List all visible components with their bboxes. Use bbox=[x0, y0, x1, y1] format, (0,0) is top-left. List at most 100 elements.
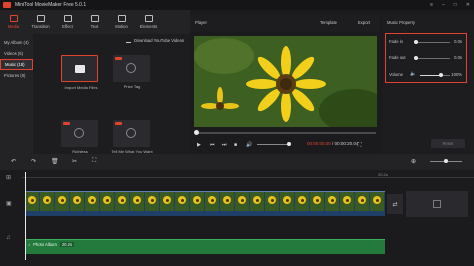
crop-icon[interactable]: ⛶ bbox=[92, 158, 96, 165]
video-thumbnail bbox=[175, 192, 190, 211]
undo-icon[interactable]: ↶ bbox=[11, 158, 16, 165]
audio-track-clip[interactable]: ♪ Photo Album 20.2s bbox=[25, 239, 385, 254]
prev-frame-icon[interactable]: ⏮ bbox=[210, 142, 215, 148]
fade-out-label: Fade out bbox=[389, 55, 406, 60]
export-button[interactable]: Export bbox=[358, 20, 370, 25]
timeline-toolbar: ↶ ↷ 🗑 ✂ ⛶ ⊕ bbox=[0, 154, 474, 170]
elements-icon bbox=[144, 15, 153, 22]
menu-icon[interactable]: ≡ bbox=[430, 2, 433, 8]
reset-button[interactable]: Reset bbox=[431, 139, 465, 148]
music-volume-slider[interactable] bbox=[420, 73, 450, 77]
download-icon bbox=[125, 39, 131, 43]
transition-icon bbox=[36, 15, 45, 22]
split-icon[interactable]: ✂ bbox=[72, 158, 77, 165]
maximize-icon[interactable]: □ bbox=[454, 2, 457, 8]
video-thumbnail bbox=[295, 192, 310, 211]
tab-elements[interactable]: Elements bbox=[135, 10, 162, 34]
video-thumbnail bbox=[205, 192, 220, 211]
sidebar-item-music[interactable]: Music (18) bbox=[0, 59, 33, 70]
video-track-clip[interactable] bbox=[25, 191, 385, 216]
media-icon bbox=[9, 15, 18, 22]
stop-icon[interactable]: ■ bbox=[234, 142, 237, 148]
video-thumbnail bbox=[145, 192, 160, 211]
music-property-controls: Fade in 0.0s Fade out 0.0s Volume 🔈 100% bbox=[385, 33, 467, 83]
close-icon[interactable]: ✕ bbox=[466, 2, 470, 8]
redo-icon[interactable]: ↷ bbox=[31, 158, 36, 165]
music-property-title: Music Property bbox=[387, 20, 415, 25]
zoom-fit-icon[interactable]: ⊕ bbox=[411, 158, 416, 165]
transition-slot[interactable]: ⇄ bbox=[387, 194, 403, 214]
fade-out-slider[interactable] bbox=[414, 56, 450, 60]
tab-media[interactable]: Media bbox=[0, 10, 27, 34]
player-header: Player Template Export bbox=[190, 14, 380, 32]
video-thumbnail bbox=[70, 192, 85, 211]
video-thumbnail bbox=[370, 192, 385, 211]
fade-in-knob[interactable] bbox=[414, 40, 418, 44]
folder-icon bbox=[75, 65, 85, 73]
app-logo bbox=[3, 2, 11, 8]
music-card-tell-me[interactable]: Tell Me What You Want bbox=[111, 120, 153, 154]
fullscreen-icon[interactable]: ⛶ bbox=[358, 142, 362, 148]
video-track-icon: ▣ bbox=[6, 201, 12, 207]
fade-in-slider[interactable] bbox=[414, 40, 450, 44]
video-thumbnail bbox=[190, 192, 205, 211]
music-volume-knob[interactable] bbox=[439, 73, 443, 77]
download-youtube-link[interactable]: Download YouTube Videos bbox=[125, 38, 184, 43]
volume-value: 100% bbox=[451, 72, 462, 77]
window-controls: ≡ – □ ✕ bbox=[430, 2, 470, 8]
video-thumbnails bbox=[25, 192, 385, 211]
video-thumbnail bbox=[25, 192, 40, 211]
zoom-knob[interactable] bbox=[444, 159, 448, 163]
new-badge bbox=[115, 57, 122, 60]
title-bar: MiniTool MovieMaker Free 5.0.1 ≡ – □ ✕ bbox=[0, 0, 474, 10]
tab-motion[interactable]: Motion bbox=[108, 10, 135, 34]
tab-text[interactable]: Text bbox=[81, 10, 108, 34]
volume-label: Volume bbox=[389, 72, 403, 77]
import-media-card[interactable]: Import Media Files bbox=[61, 55, 98, 90]
music-card-price-tag[interactable]: Price Tag bbox=[113, 55, 150, 89]
fade-out-knob[interactable] bbox=[414, 56, 418, 60]
video-thumbnail bbox=[310, 192, 325, 211]
timecode: 00:00:00.00 / 00:00:20.04 bbox=[307, 141, 359, 146]
progress-knob[interactable] bbox=[194, 130, 199, 135]
add-track-icon[interactable]: ⊞ bbox=[6, 174, 11, 181]
player-label: Player bbox=[195, 20, 207, 25]
tab-effect[interactable]: Effect bbox=[54, 10, 81, 34]
music-track-icon: ♫ bbox=[6, 235, 11, 241]
next-frame-icon[interactable]: ⏭ bbox=[222, 142, 227, 148]
audio-clip-name: Photo Album bbox=[33, 242, 57, 247]
sidebar-item-videos[interactable]: Videos (6) bbox=[0, 48, 33, 59]
playhead[interactable] bbox=[25, 172, 26, 260]
speaker-icon: 🔈 bbox=[410, 71, 417, 77]
volume-knob[interactable] bbox=[287, 142, 291, 146]
effect-icon bbox=[63, 15, 72, 22]
playback-progress-bar[interactable] bbox=[194, 130, 376, 135]
motion-icon bbox=[117, 15, 126, 22]
empty-clip-slot[interactable] bbox=[406, 191, 468, 217]
sidebar-item-pictures[interactable]: Pictures (8) bbox=[0, 70, 33, 81]
music-note-icon bbox=[126, 128, 136, 138]
ruler-tick: 20.2s bbox=[378, 172, 388, 177]
audio-clip-duration: 20.2s bbox=[59, 242, 75, 247]
time-current: 00:00:00.00 bbox=[307, 141, 331, 146]
minimize-icon[interactable]: – bbox=[442, 2, 445, 8]
music-card-ruthless[interactable]: Ruthless bbox=[61, 120, 98, 154]
tab-transition[interactable]: Transition bbox=[27, 10, 54, 34]
fade-in-label: Fade in bbox=[389, 39, 403, 44]
video-thumbnail bbox=[160, 192, 175, 211]
volume-icon[interactable]: 🔊 bbox=[246, 142, 252, 148]
video-thumbnail bbox=[355, 192, 370, 211]
delete-icon[interactable]: 🗑 bbox=[51, 158, 59, 165]
video-thumbnail bbox=[325, 192, 340, 211]
timeline-zoom-slider[interactable] bbox=[430, 159, 462, 163]
card-label: Price Tag bbox=[123, 84, 141, 89]
video-thumbnail bbox=[235, 192, 250, 211]
sidebar-item-my-album[interactable]: My Album (4) bbox=[0, 37, 33, 48]
template-button[interactable]: Template bbox=[320, 20, 337, 25]
timeline-ruler: 20.2s bbox=[22, 172, 474, 178]
player-volume-slider[interactable] bbox=[257, 142, 291, 146]
new-badge bbox=[115, 122, 122, 125]
new-badge bbox=[63, 122, 70, 125]
music-note-icon: ♪ bbox=[28, 242, 31, 247]
play-icon[interactable]: ▶ bbox=[197, 142, 201, 148]
